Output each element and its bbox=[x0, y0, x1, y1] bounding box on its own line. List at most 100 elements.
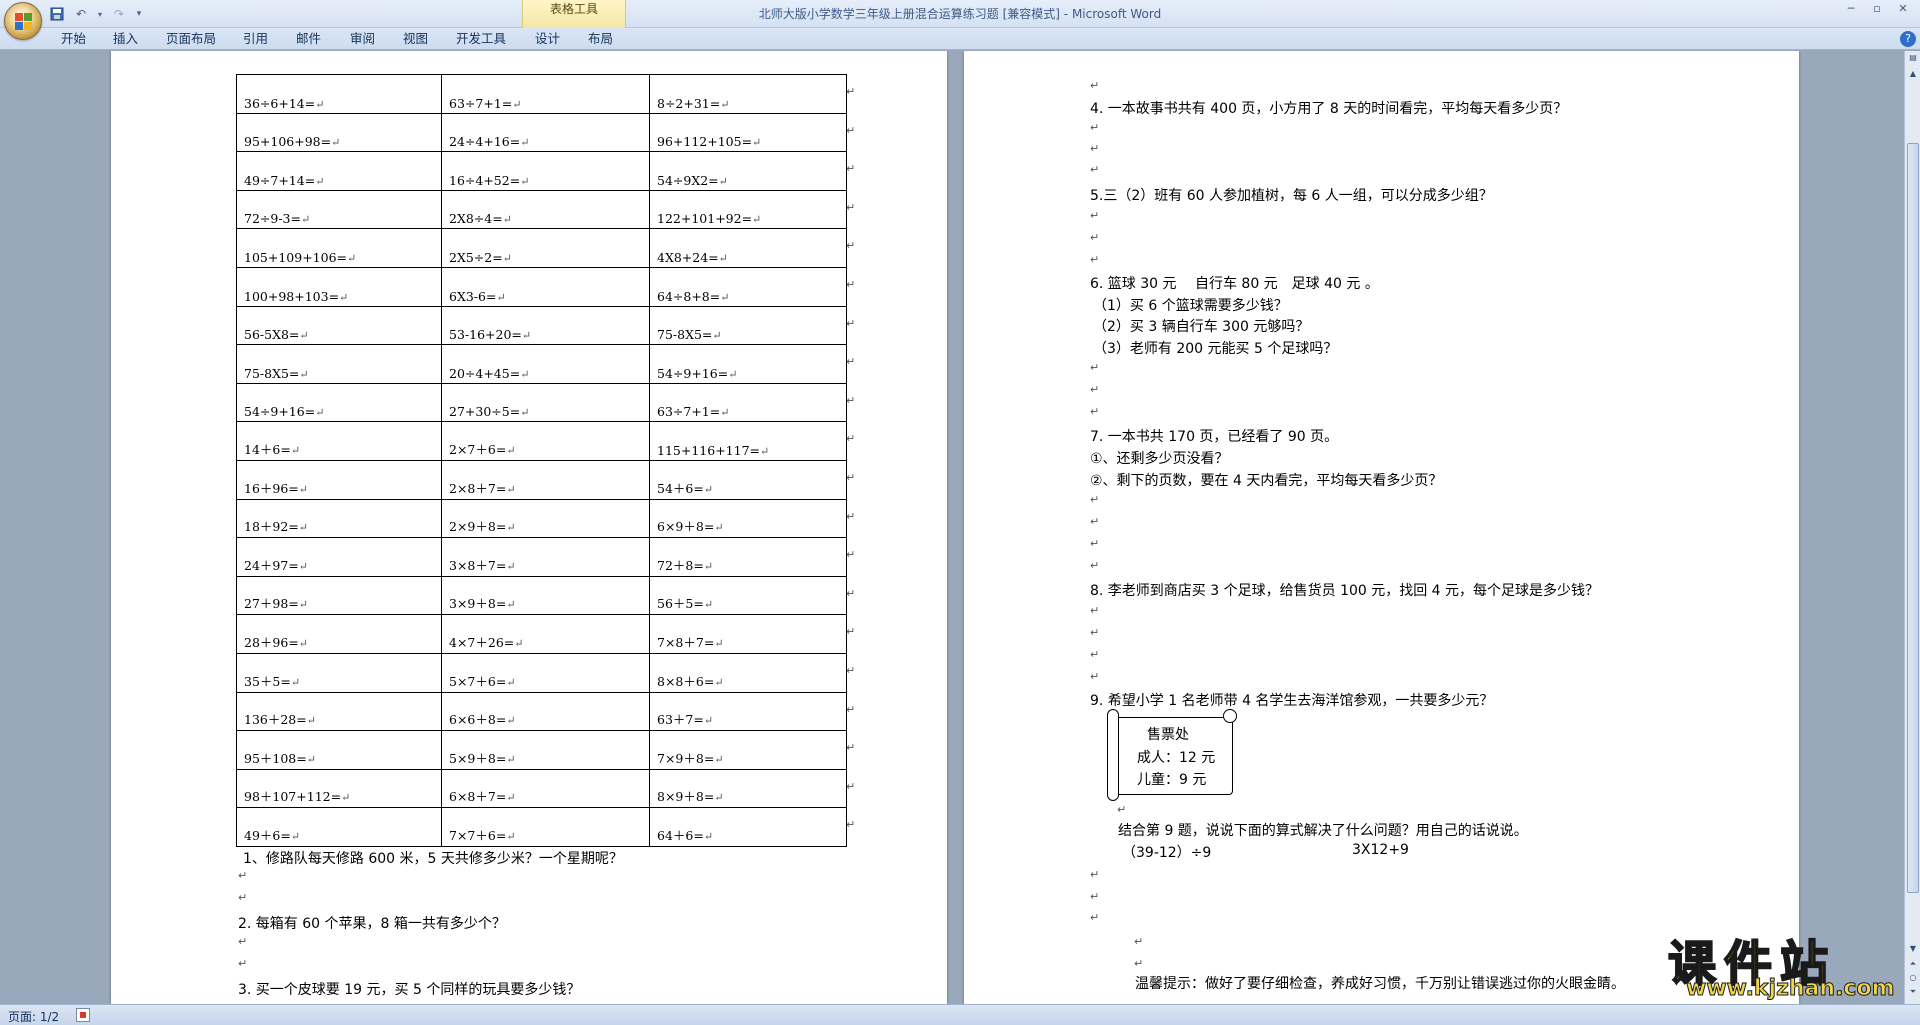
table-cell[interactable]: 105+109+106=↵ bbox=[236, 228, 442, 268]
table-cell[interactable]: 6×9＋8=↵ bbox=[649, 498, 847, 539]
table-cell[interactable]: 36÷6+14=↵ bbox=[236, 74, 442, 114]
table-cell[interactable]: 8×8＋6=↵ bbox=[649, 652, 847, 693]
table-cell[interactable]: 115+116+117=↵ bbox=[649, 421, 847, 461]
status-page-number[interactable]: 页面: 1/2 bbox=[8, 1008, 59, 1025]
table-cell[interactable]: 72＋8=↵ bbox=[649, 537, 847, 577]
cell-end-mark: ↵ bbox=[347, 251, 357, 265]
table-cell[interactable]: 5×9＋8=↵ bbox=[441, 730, 650, 770]
table-cell[interactable]: 24÷4+16=↵ bbox=[441, 112, 650, 153]
table-cell[interactable]: 27＋98=↵ bbox=[236, 575, 442, 616]
table-cell[interactable]: 2×9＋8=↵ bbox=[441, 498, 650, 539]
table-cell[interactable]: 7×9＋8=↵ bbox=[649, 730, 847, 770]
cell-end-mark: ↵ bbox=[290, 443, 301, 457]
table-cell[interactable]: 49＋6=↵ bbox=[236, 807, 442, 847]
table-cell[interactable]: 16÷4+52=↵ bbox=[441, 151, 650, 191]
table-cell[interactable]: 16＋96=↵ bbox=[236, 459, 442, 500]
table-cell[interactable]: 64＋6=↵ bbox=[649, 807, 847, 847]
table-cell[interactable]: 100+98+103=↵ bbox=[236, 266, 442, 307]
table-cell[interactable]: 75-8X5=↵ bbox=[649, 305, 847, 346]
table-cell[interactable]: 56-5X8=↵ bbox=[236, 305, 442, 346]
cell-end-mark: ↵ bbox=[703, 829, 714, 843]
table-cell[interactable]: 6X3-6=↵ bbox=[441, 266, 650, 307]
table-cell[interactable]: 4X8+24=↵ bbox=[649, 228, 847, 268]
table-cell[interactable]: 7×7＋6=↵ bbox=[441, 807, 650, 847]
cell-end-mark: ↵ bbox=[714, 791, 724, 805]
tab-review[interactable]: 审阅 bbox=[350, 30, 375, 48]
help-icon[interactable]: ? bbox=[1900, 31, 1916, 47]
vertical-scrollbar[interactable]: ▤ ▲ ▼ ⏶ ○ ⏷ bbox=[1904, 51, 1920, 1004]
ruler-toggle-icon[interactable]: ▤ bbox=[1907, 53, 1919, 65]
table-cell[interactable]: 63÷7+1=↵ bbox=[649, 382, 847, 423]
table-cell[interactable]: 64÷8+8=↵ bbox=[649, 266, 847, 307]
table-cell[interactable]: 72÷9-3=↵ bbox=[236, 189, 442, 230]
table-cell[interactable]: 53-16+20=↵ bbox=[441, 305, 650, 346]
page-2[interactable]: ↵ 4. 一本故事书共有 400 页，小方用了 8 天的时间看完，平均每天看多少… bbox=[964, 51, 1799, 1004]
table-cell[interactable]: 20÷4+45=↵ bbox=[441, 344, 650, 384]
table-cell[interactable]: 54＋6=↵ bbox=[649, 459, 847, 500]
exercise-expression: 2X5÷2= bbox=[449, 249, 503, 265]
table-cell[interactable]: 3×8＋7=↵ bbox=[441, 537, 650, 577]
tab-developer[interactable]: 开发工具 bbox=[456, 30, 506, 48]
table-cell[interactable]: 63＋7=↵ bbox=[649, 691, 847, 732]
next-page-icon[interactable]: ⏷ bbox=[1907, 987, 1919, 999]
table-cell[interactable]: 8×9＋8=↵ bbox=[649, 768, 847, 809]
table-cell[interactable]: 63÷7+1=↵ bbox=[441, 74, 650, 114]
maximize-icon[interactable]: ▫ bbox=[1866, 2, 1888, 18]
table-cell[interactable]: 95＋108=↵ bbox=[236, 730, 442, 770]
table-cell[interactable]: 2X5÷2=↵ bbox=[441, 228, 650, 268]
table-cell[interactable]: 96+112+105=↵ bbox=[649, 112, 847, 153]
exercise-expression: 3×9＋8= bbox=[449, 596, 507, 612]
exercise-expression: 6×9＋8= bbox=[657, 519, 715, 535]
table-cell[interactable]: 4×7＋26=↵ bbox=[441, 614, 650, 654]
table-cell[interactable]: 122+101+92=↵ bbox=[649, 189, 847, 230]
table-cell[interactable]: 24＋97=↵ bbox=[236, 537, 442, 577]
tab-insert[interactable]: 插入 bbox=[113, 30, 138, 48]
tab-table-design[interactable]: 设计 bbox=[535, 30, 560, 48]
table-cell[interactable]: 2X8÷4=↵ bbox=[441, 189, 650, 230]
table-cell[interactable]: 54÷9X2=↵ bbox=[649, 151, 847, 191]
cell-end-mark: ↵ bbox=[506, 714, 516, 728]
office-button[interactable] bbox=[4, 2, 42, 40]
cell-end-mark: ↵ bbox=[703, 714, 714, 728]
table-cell[interactable]: 6×6＋8=↵ bbox=[441, 691, 650, 732]
page-1[interactable]: 36÷6+14=↵ 63÷7+1=↵ 8÷2+31=↵ 95+106+98=↵ 24÷4… bbox=[111, 51, 947, 1004]
select-browse-object-icon[interactable]: ○ bbox=[1907, 973, 1919, 985]
previous-page-icon[interactable]: ⏶ bbox=[1907, 959, 1919, 971]
table-cell[interactable]: 5×7＋6=↵ bbox=[441, 652, 650, 693]
table-cell[interactable]: 136＋28=↵ bbox=[236, 691, 442, 732]
paragraph-mark: ↵ bbox=[1090, 383, 1100, 396]
close-icon[interactable]: ✕ bbox=[1892, 2, 1914, 18]
tab-home[interactable]: 开始 bbox=[61, 30, 86, 48]
tab-view[interactable]: 视图 bbox=[403, 30, 428, 48]
tab-references[interactable]: 引用 bbox=[243, 30, 268, 48]
tab-mailings[interactable]: 邮件 bbox=[296, 30, 321, 48]
table-cell[interactable]: 7×8＋7=↵ bbox=[649, 614, 847, 654]
calc-exercise-table[interactable]: 36÷6+14=↵ 63÷7+1=↵ 8÷2+31=↵ 95+106+98=↵ 24÷4… bbox=[236, 74, 847, 847]
minimize-icon[interactable]: ─ bbox=[1840, 2, 1862, 18]
table-cell[interactable]: 54÷9+16=↵ bbox=[236, 382, 442, 423]
table-cell[interactable]: 2×8＋7=↵ bbox=[441, 459, 650, 500]
exercise-expression: 56＋5= bbox=[657, 596, 704, 612]
table-cell[interactable]: 3×9＋8=↵ bbox=[441, 575, 650, 616]
scroll-up-icon[interactable]: ▲ bbox=[1907, 69, 1919, 81]
table-cell[interactable]: 6×8＋7=↵ bbox=[441, 768, 650, 809]
table-cell[interactable]: 27+30÷5=↵ bbox=[441, 382, 650, 423]
table-cell[interactable]: 28＋96=↵ bbox=[236, 614, 442, 654]
table-cell[interactable]: 8÷2+31=↵ bbox=[649, 74, 847, 114]
proofing-status-icon[interactable] bbox=[76, 1008, 90, 1022]
table-cell[interactable]: 49÷7+14=↵ bbox=[236, 151, 442, 191]
table-cell[interactable]: 18＋92=↵ bbox=[236, 498, 442, 539]
table-cell[interactable]: 98＋107+112=↵ bbox=[236, 768, 442, 809]
scroll-down-icon[interactable]: ▼ bbox=[1907, 944, 1919, 956]
table-cell[interactable]: 2×7＋6=↵ bbox=[441, 421, 650, 461]
tab-page-layout[interactable]: 页面布局 bbox=[166, 30, 216, 48]
table-cell[interactable]: 54÷9+16=↵ bbox=[649, 344, 847, 384]
table-cell[interactable]: 35＋5=↵ bbox=[236, 652, 442, 693]
exercise-expression: 53-16+20= bbox=[449, 327, 522, 343]
table-cell[interactable]: 14＋6=↵ bbox=[236, 421, 442, 461]
scroll-thumb[interactable] bbox=[1907, 143, 1919, 893]
table-cell[interactable]: 56＋5=↵ bbox=[649, 575, 847, 616]
table-cell[interactable]: 95+106+98=↵ bbox=[236, 112, 442, 153]
tab-table-layout[interactable]: 布局 bbox=[588, 30, 613, 48]
table-cell[interactable]: 75-8X5=↵ bbox=[236, 344, 442, 384]
